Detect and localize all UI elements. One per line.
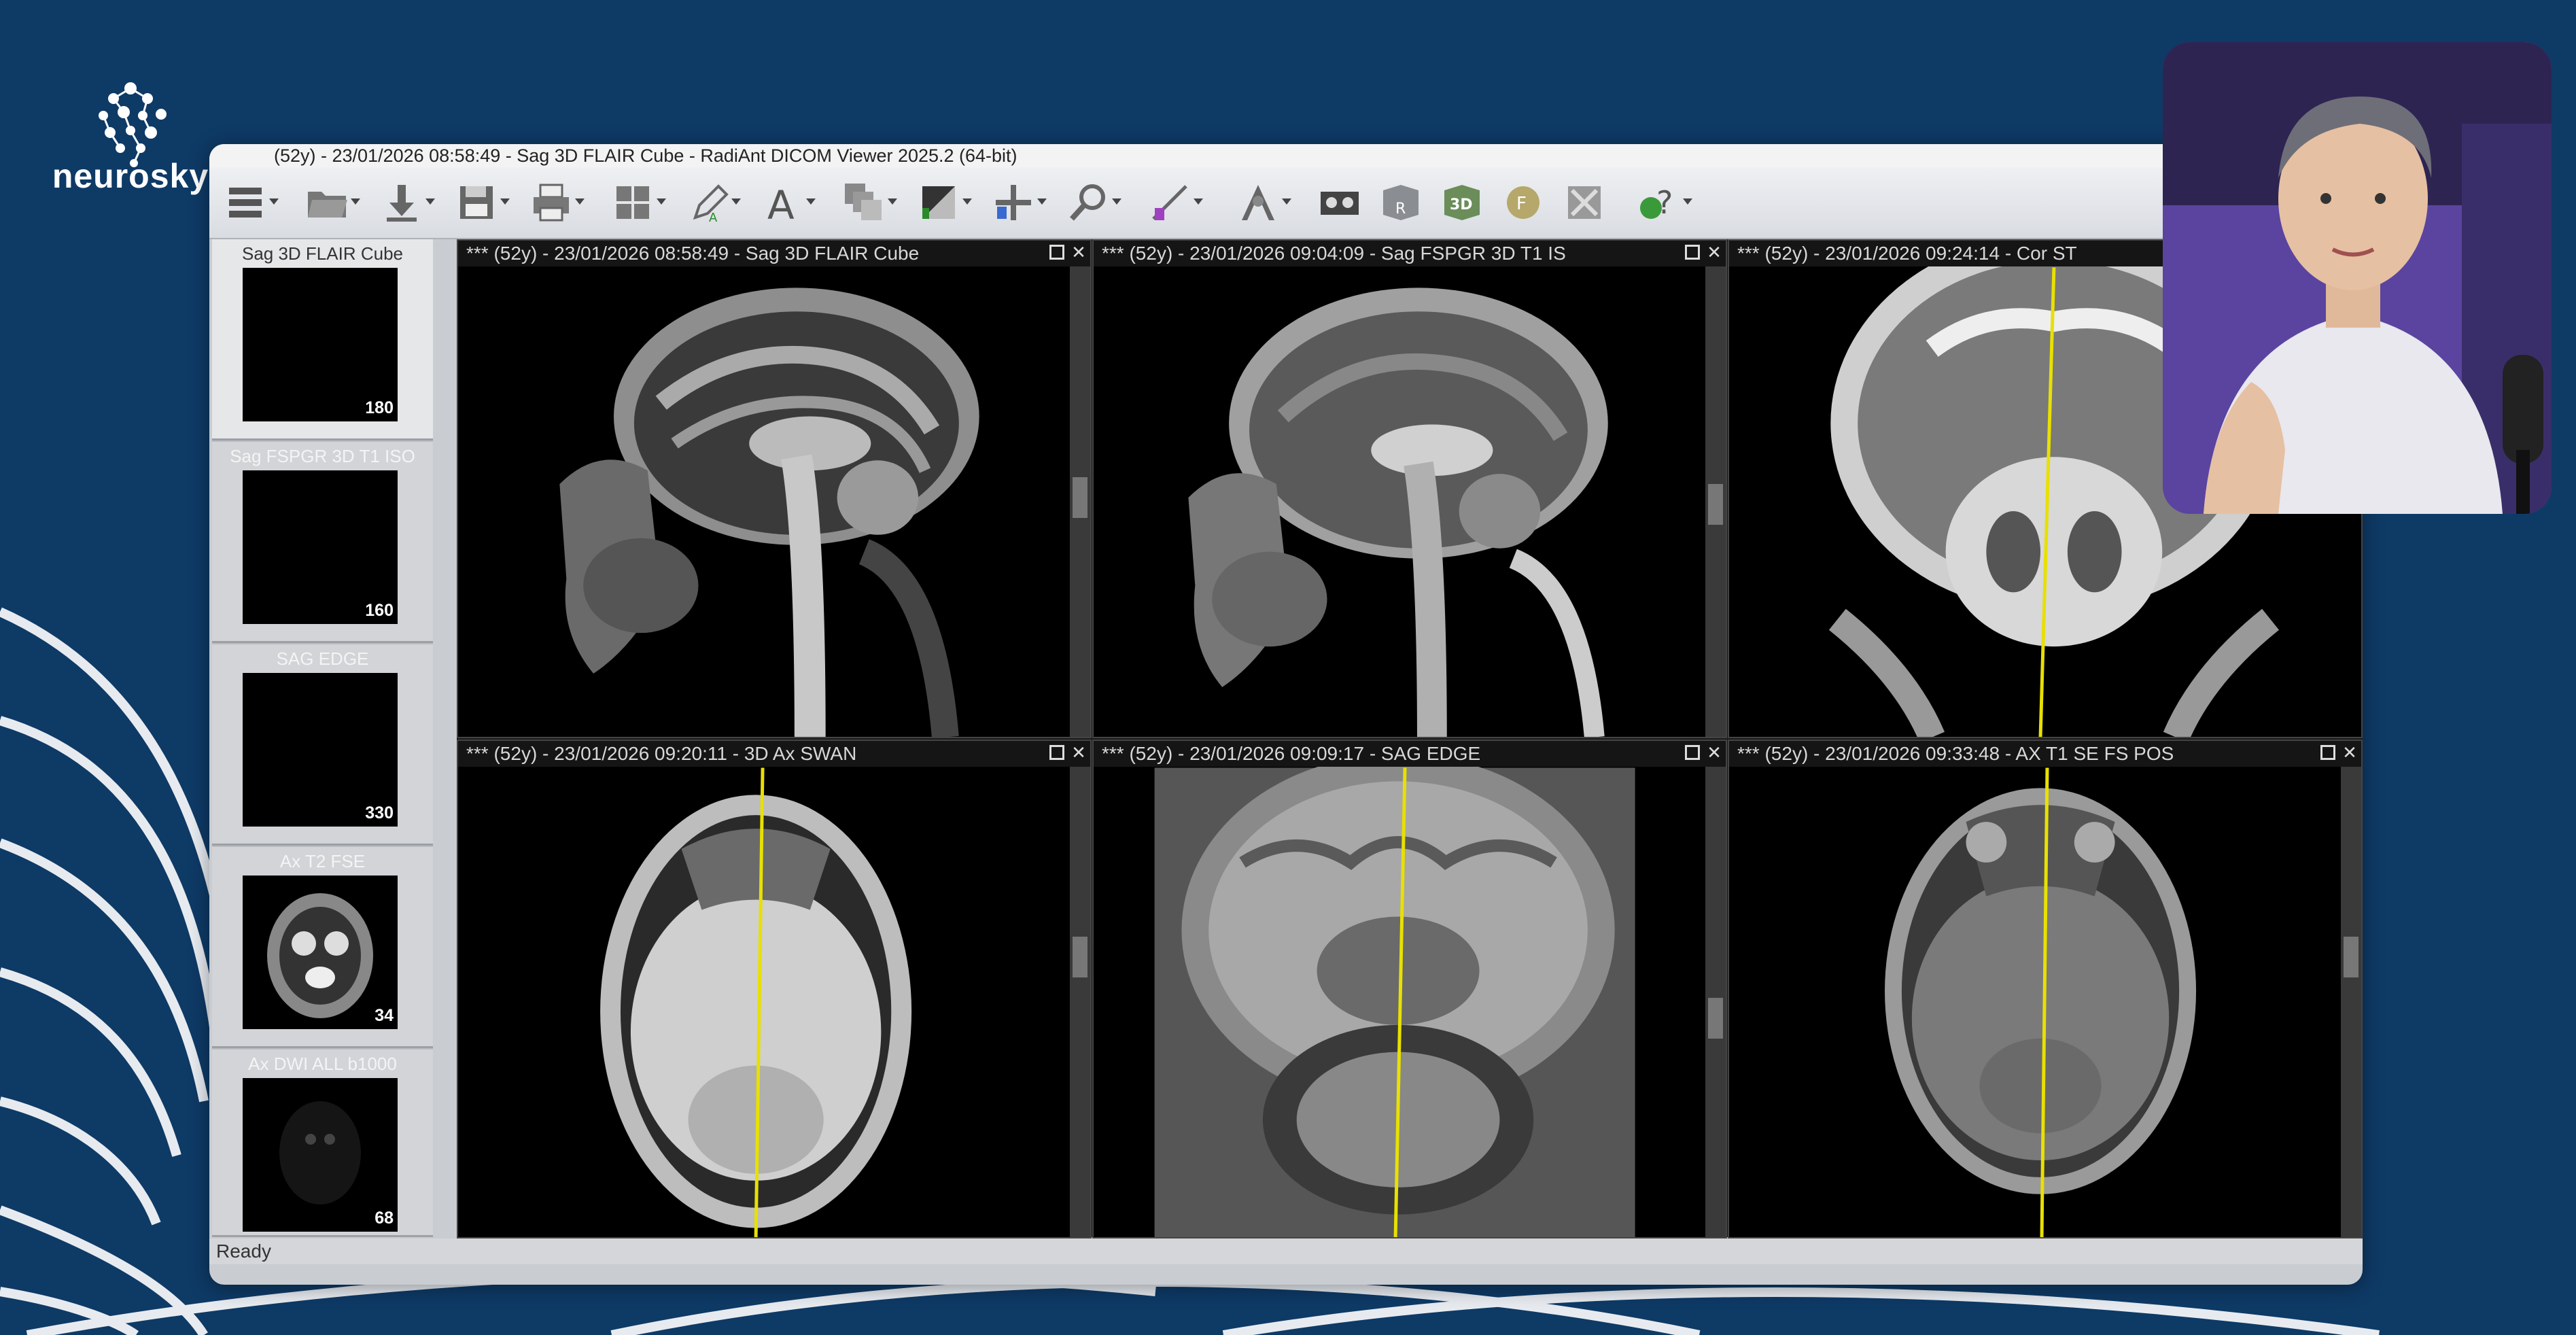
- close-icon[interactable]: ✕: [1707, 744, 1722, 761]
- download-button[interactable]: [372, 177, 435, 228]
- reset-icon: [1568, 186, 1601, 219]
- svg-text:3D: 3D: [1450, 196, 1473, 213]
- svg-text:?: ?: [1656, 184, 1673, 221]
- svg-text:A: A: [767, 182, 795, 224]
- series-item[interactable]: SAG EDGE 330: [212, 644, 433, 846]
- series-label: Ax T2 FSE: [279, 851, 366, 871]
- save-icon: [460, 186, 493, 219]
- presenter-webcam: [2163, 42, 2552, 514]
- print-button[interactable]: [522, 177, 585, 228]
- mri-axial-image: [1885, 767, 2197, 1237]
- viewport-5[interactable]: *** (52y) - 23/01/2026 09:09:17 - SAG ED…: [1092, 740, 1727, 1238]
- layout-grid-icon: [616, 186, 649, 219]
- viewport-header: *** (52y) - 23/01/2026 09:09:17 - SAG ED…: [1094, 741, 1726, 767]
- series-count: 68: [375, 1209, 394, 1228]
- mri-sagittal-image: [1188, 288, 1608, 737]
- measure-icon: [1152, 185, 1187, 220]
- series-stack-icon: [845, 184, 882, 220]
- series-count: 330: [365, 803, 394, 822]
- viewport-header: *** (52y) - 23/01/2026 09:04:09 - Sag FS…: [1094, 241, 1726, 266]
- fusion-button[interactable]: F: [1494, 177, 1552, 228]
- series-panel: Sag 3D FLAIR Cube 180 Sag FSPGR 3D T1 IS…: [212, 239, 433, 1237]
- cine-icon: [1321, 192, 1359, 215]
- window-level-icon: [922, 186, 955, 219]
- viewport-header: *** (52y) - 23/01/2026 08:58:49 - Sag 3D…: [458, 241, 1090, 266]
- menu-icon: [229, 188, 262, 218]
- scout-lines-button[interactable]: [1229, 177, 1291, 228]
- menu-button[interactable]: [216, 177, 279, 228]
- viewport-grid: *** (52y) - 23/01/2026 08:58:49 - Sag 3D…: [457, 239, 2363, 1238]
- viewport-scrollbar[interactable]: [1070, 767, 1090, 1237]
- series-count: 34: [375, 1006, 394, 1025]
- maximize-icon[interactable]: [1685, 745, 1700, 760]
- pan-button[interactable]: [984, 177, 1047, 228]
- window-level-button[interactable]: [909, 177, 972, 228]
- maximize-icon[interactable]: [2320, 745, 2335, 760]
- series-count: 160: [365, 601, 394, 620]
- series-label: Sag FSPGR 3D T1 ISO: [230, 446, 415, 466]
- print-icon: [534, 184, 569, 222]
- mpr-icon: R: [1383, 185, 1418, 220]
- viewport-6[interactable]: *** (52y) - 23/01/2026 09:33:48 - AX T1 …: [1728, 740, 2363, 1238]
- mri-edge-image: [1154, 767, 1635, 1237]
- text-button[interactable]: A: [753, 177, 816, 228]
- cine-button[interactable]: [1310, 177, 1369, 228]
- layout-button[interactable]: [604, 177, 666, 228]
- viewport-4[interactable]: *** (52y) - 23/01/2026 09:20:11 - 3D Ax …: [457, 740, 1092, 1238]
- mri-axial-image: [600, 767, 912, 1237]
- help-icon: ?: [1640, 184, 1673, 221]
- 3d-button[interactable]: 3D: [1433, 177, 1491, 228]
- measure-button[interactable]: [1141, 177, 1203, 228]
- svg-text:A: A: [709, 211, 718, 224]
- series-item[interactable]: Sag FSPGR 3D T1 ISO 160: [212, 442, 433, 643]
- series-count: 180: [365, 398, 394, 417]
- zoom-icon: [1070, 184, 1105, 221]
- pan-icon: [996, 185, 1031, 220]
- toolbar: A A R 3D F ?: [209, 167, 2363, 239]
- window-title: (52y) - 23/01/2026 08:58:49 - Sag 3D FLA…: [209, 144, 2363, 167]
- close-icon[interactable]: ✕: [1071, 744, 1086, 761]
- download-icon: [387, 185, 417, 222]
- reset-button[interactable]: [1555, 177, 1614, 228]
- svg-text:R: R: [1395, 201, 1406, 218]
- annotate-button[interactable]: A: [678, 177, 741, 228]
- mpr-button[interactable]: R: [1372, 177, 1430, 228]
- close-icon[interactable]: ✕: [2342, 744, 2357, 761]
- brand-name: neurosky: [52, 157, 209, 195]
- series-stack-button[interactable]: [835, 177, 897, 228]
- 3d-icon: 3D: [1444, 185, 1480, 220]
- maximize-icon[interactable]: [1049, 745, 1064, 760]
- open-folder-icon: [308, 192, 347, 218]
- series-item[interactable]: Ax DWI ALL b1000 68: [212, 1050, 433, 1237]
- series-item[interactable]: Ax T2 FSE 34: [212, 847, 433, 1048]
- viewport-1[interactable]: *** (52y) - 23/01/2026 08:58:49 - Sag 3D…: [457, 239, 1092, 738]
- status-bar: Ready: [209, 1238, 2363, 1264]
- viewport-scrollbar[interactable]: [1070, 266, 1090, 737]
- fusion-icon: F: [1507, 186, 1539, 219]
- text-icon: A: [767, 182, 795, 224]
- viewport-header: *** (52y) - 23/01/2026 09:20:11 - 3D Ax …: [458, 741, 1090, 767]
- maximize-icon[interactable]: [1049, 245, 1064, 260]
- dicom-viewer-window: (52y) - 23/01/2026 08:58:49 - Sag 3D FLA…: [209, 144, 2363, 1285]
- viewport-2[interactable]: *** (52y) - 23/01/2026 09:04:09 - Sag FS…: [1092, 239, 1727, 738]
- series-label: SAG EDGE: [276, 648, 369, 669]
- annotate-pen-icon: A: [693, 184, 729, 224]
- save-button[interactable]: [447, 177, 510, 228]
- viewport-header: *** (52y) - 23/01/2026 09:33:48 - AX T1 …: [1729, 741, 2361, 767]
- series-item[interactable]: Sag 3D FLAIR Cube 180: [212, 239, 433, 440]
- viewport-scrollbar[interactable]: [2341, 767, 2361, 1237]
- series-label: Ax DWI ALL b1000: [248, 1054, 397, 1074]
- mri-sagittal-image: [559, 288, 979, 737]
- help-button[interactable]: ?: [1630, 177, 1692, 228]
- svg-text:F: F: [1516, 194, 1527, 214]
- viewport-scrollbar[interactable]: [1705, 767, 1726, 1237]
- open-button[interactable]: [298, 177, 360, 228]
- maximize-icon[interactable]: [1685, 245, 1700, 260]
- series-label: Sag 3D FLAIR Cube: [241, 243, 403, 264]
- viewport-scrollbar[interactable]: [1705, 266, 1726, 737]
- scout-lines-icon: [1242, 185, 1274, 220]
- close-icon[interactable]: ✕: [1707, 243, 1722, 261]
- close-icon[interactable]: ✕: [1071, 243, 1086, 261]
- zoom-button[interactable]: [1059, 177, 1121, 228]
